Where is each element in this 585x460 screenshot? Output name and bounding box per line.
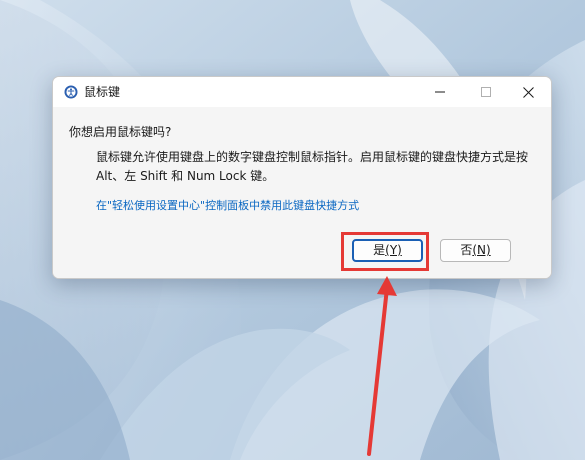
disable-shortcut-link[interactable]: 在"轻松使用设置中心"控制面板中禁用此键盘快捷方式	[96, 199, 359, 213]
dialog-description: 鼠标键允许使用键盘上的数字键盘控制鼠标指针。启用鼠标键的键盘快捷方式是按 Alt…	[96, 150, 529, 183]
maximize-button[interactable]	[463, 77, 509, 107]
close-button[interactable]	[505, 77, 551, 107]
maximize-icon	[481, 87, 491, 97]
annotation-arrow-icon	[367, 276, 397, 456]
no-button-label: 否	[460, 243, 473, 257]
no-button-accel: (N)	[472, 243, 491, 257]
dialog-question: 你想启用鼠标键吗?	[69, 125, 172, 139]
yes-button-highlight-box	[341, 232, 429, 271]
mouse-keys-dialog: 鼠标键 你想启用鼠标键吗? 鼠标键允许使用键盘上的数字键盘控制鼠标指针。启用鼠标…	[52, 76, 552, 279]
title-bar[interactable]: 鼠标键	[53, 77, 551, 107]
no-button[interactable]: 否(N)	[440, 239, 511, 262]
dialog-content: 你想启用鼠标键吗? 鼠标键允许使用键盘上的数字键盘控制鼠标指针。启用鼠标键的键盘…	[53, 107, 551, 278]
minimize-button[interactable]	[417, 77, 463, 107]
close-icon	[522, 86, 534, 98]
ease-of-access-icon	[64, 85, 78, 99]
dialog-title: 鼠标键	[84, 85, 121, 99]
minimize-icon	[435, 91, 445, 93]
